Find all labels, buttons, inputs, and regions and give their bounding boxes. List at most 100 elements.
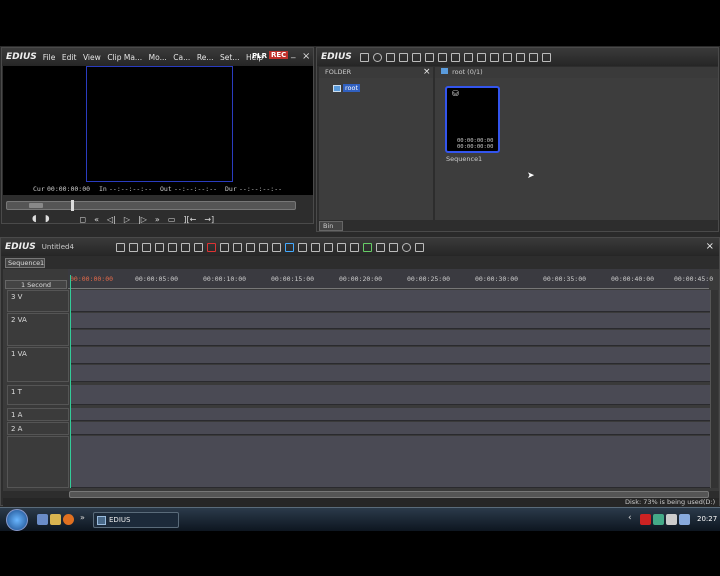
- adobe-tray-icon[interactable]: [640, 514, 651, 525]
- open-project-icon[interactable]: [128, 242, 138, 252]
- split-icon[interactable]: [284, 242, 294, 252]
- step-forward-icon[interactable]: |▷: [138, 215, 147, 224]
- open-clip-icon[interactable]: [398, 52, 408, 62]
- track-lane[interactable]: [70, 313, 711, 329]
- track-header-2va[interactable]: 2 VA: [7, 313, 69, 346]
- mic-icon[interactable]: [349, 242, 359, 252]
- playhead-line[interactable]: [70, 275, 71, 488]
- folder-close-button[interactable]: ×: [423, 67, 431, 77]
- tray-chevron-icon[interactable]: ‹: [628, 513, 632, 523]
- show-desktop-icon[interactable]: [37, 514, 48, 525]
- minimize-button[interactable]: _: [291, 49, 296, 59]
- layout-icon[interactable]: [414, 242, 424, 252]
- stop-icon[interactable]: ◻: [80, 215, 87, 224]
- sequence-clip[interactable]: ⛁ 00:00:00:00 00:00:00:00: [445, 86, 500, 153]
- set-in-icon[interactable]: ◖: [32, 214, 37, 224]
- fast-forward-icon[interactable]: »: [155, 215, 160, 224]
- grid-icon[interactable]: [375, 242, 385, 252]
- playhead-icon[interactable]: [71, 200, 74, 211]
- new-folder-icon[interactable]: [359, 52, 369, 62]
- snap-icon[interactable]: [258, 242, 268, 252]
- player-scrubber[interactable]: [6, 200, 296, 211]
- network-tray-icon[interactable]: [653, 514, 664, 525]
- title-icon[interactable]: [336, 242, 346, 252]
- track-lane[interactable]: [70, 385, 711, 405]
- copy-icon[interactable]: [450, 52, 460, 62]
- menu-clip-marker[interactable]: Clip Ma...: [107, 53, 142, 62]
- properties-icon[interactable]: [502, 52, 512, 62]
- settings-icon[interactable]: [388, 242, 398, 252]
- new-sequence-icon[interactable]: [115, 242, 125, 252]
- loop-icon[interactable]: ▭: [168, 215, 176, 224]
- track-lane[interactable]: [70, 290, 711, 312]
- track-header-1t[interactable]: 1 T: [7, 385, 69, 405]
- root-folder[interactable]: root: [333, 84, 361, 92]
- cut-icon[interactable]: [154, 242, 164, 252]
- scale-selector[interactable]: 1 Second: [5, 280, 67, 289]
- horizontal-scrollbar[interactable]: [69, 491, 709, 498]
- track-header-1va[interactable]: 1 VA: [7, 347, 69, 382]
- jog-slider-icon[interactable]: [29, 203, 43, 208]
- timeline-close-button[interactable]: ×: [706, 241, 714, 252]
- up-folder-icon[interactable]: [385, 52, 395, 62]
- search-icon[interactable]: [372, 52, 382, 62]
- delete-icon[interactable]: [489, 52, 499, 62]
- mixer-icon[interactable]: [323, 242, 333, 252]
- overwrite-to-timeline-icon[interactable]: →]: [204, 215, 214, 224]
- track-lane[interactable]: [70, 422, 711, 435]
- insert-mode-icon[interactable]: [193, 242, 203, 252]
- add-clip-marker-icon[interactable]: [297, 242, 307, 252]
- menu-capture[interactable]: Ca...: [173, 53, 190, 62]
- bin-tab[interactable]: Bin: [319, 221, 343, 231]
- rewind-icon[interactable]: «: [94, 215, 99, 224]
- menu-settings[interactable]: Set...: [220, 53, 239, 62]
- sequence-tab[interactable]: Sequence1: [5, 258, 45, 268]
- close-button[interactable]: ×: [302, 51, 310, 62]
- ripple-delete-icon[interactable]: [219, 242, 229, 252]
- menu-mode[interactable]: Mo...: [149, 53, 167, 62]
- volume-tray-icon[interactable]: [666, 514, 677, 525]
- view-icon[interactable]: [515, 52, 525, 62]
- track-lane[interactable]: [70, 347, 711, 364]
- play-icon[interactable]: ▷: [124, 215, 130, 224]
- insert-to-timeline-icon[interactable]: ][←: [183, 215, 196, 224]
- paste-icon[interactable]: [180, 242, 190, 252]
- delete-icon[interactable]: [206, 242, 216, 252]
- taskbar-edius-button[interactable]: EDIUS: [93, 512, 179, 528]
- info-icon[interactable]: [401, 242, 411, 252]
- undo-icon[interactable]: [232, 242, 242, 252]
- menu-edit[interactable]: Edit: [62, 53, 77, 62]
- track-lane[interactable]: [70, 365, 711, 382]
- cut-icon[interactable]: [437, 52, 447, 62]
- bin-menu-icon[interactable]: [528, 52, 538, 62]
- menu-view[interactable]: View: [83, 53, 101, 62]
- save-project-icon[interactable]: [141, 242, 151, 252]
- title-icon[interactable]: [411, 52, 421, 62]
- quicklaunch-chevron-icon[interactable]: »: [80, 513, 85, 522]
- menu-render[interactable]: Re...: [197, 53, 214, 62]
- restore-icon[interactable]: [541, 52, 551, 62]
- step-back-icon[interactable]: ◁|: [107, 215, 116, 224]
- track-header-1a[interactable]: 1 A: [7, 408, 69, 421]
- timeline-ruler[interactable]: 00:00:00:00 00:00:05:00 00:00:10:00 00:0…: [68, 269, 713, 289]
- menu-file[interactable]: File: [43, 53, 56, 62]
- start-button[interactable]: [6, 509, 28, 531]
- add-to-timeline-icon[interactable]: [476, 52, 486, 62]
- explorer-icon[interactable]: [50, 514, 61, 525]
- track-header-3v[interactable]: 3 V: [7, 290, 69, 312]
- track-lane[interactable]: [70, 408, 711, 421]
- device-tray-icon[interactable]: [679, 514, 690, 525]
- rec-mode-button[interactable]: REC: [269, 51, 289, 59]
- track-lane[interactable]: [70, 330, 711, 346]
- redo-icon[interactable]: [245, 242, 255, 252]
- track-header-2a[interactable]: 2 A: [7, 422, 69, 435]
- paste-icon[interactable]: [463, 52, 473, 62]
- color-bar-icon[interactable]: [424, 52, 434, 62]
- sync-lock-icon[interactable]: [271, 242, 281, 252]
- copy-icon[interactable]: [167, 242, 177, 252]
- browser-icon[interactable]: [63, 514, 74, 525]
- vertical-scrollbar[interactable]: [710, 290, 718, 488]
- render-icon[interactable]: [362, 242, 372, 252]
- plr-mode-button[interactable]: PLR: [252, 52, 267, 60]
- set-out-icon[interactable]: ◗: [45, 214, 50, 224]
